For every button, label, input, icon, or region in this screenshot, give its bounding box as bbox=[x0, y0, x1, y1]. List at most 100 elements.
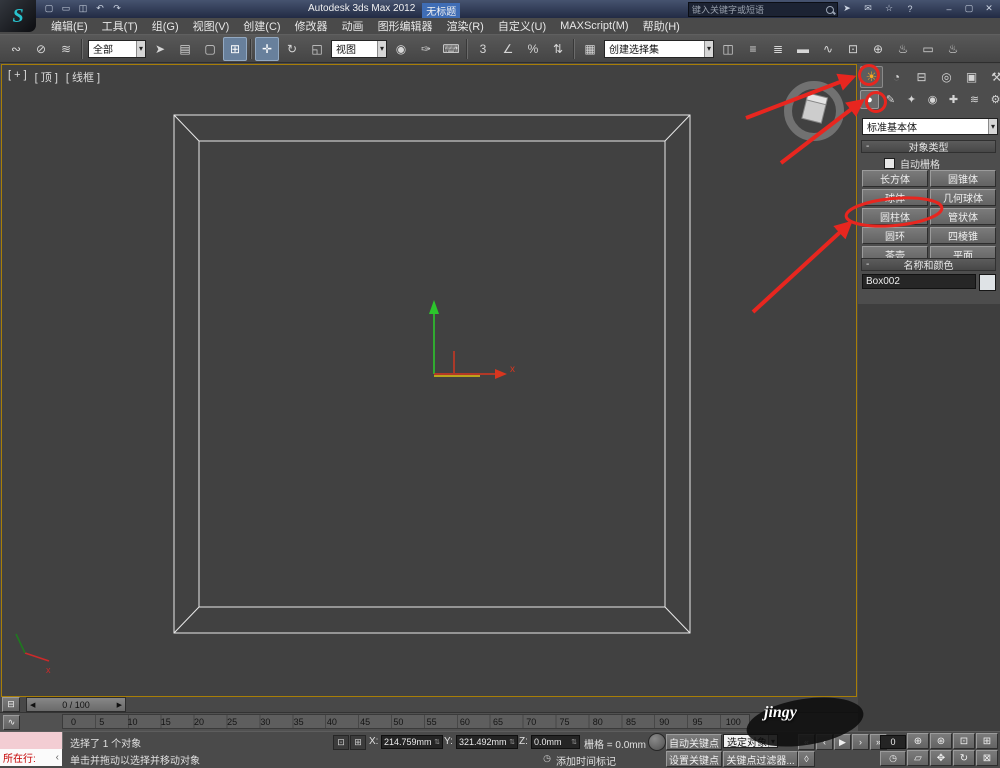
chevron-down-icon[interactable]: ▾ bbox=[135, 40, 145, 57]
reference-coordinate-dropdown[interactable]: 视图 ▾ bbox=[331, 39, 387, 58]
align-icon[interactable]: ≡ bbox=[741, 37, 765, 61]
absolute-offset-mode-icon[interactable]: ⊞ bbox=[350, 735, 366, 750]
edit-named-selections-icon[interactable]: ▦ bbox=[578, 37, 602, 61]
track-bar[interactable]: ∿ 0 5 10 15 20 25 30 35 40 45 50 55 60 65 70 75 80 85 90 95… bbox=[0, 713, 858, 731]
subtab-lights[interactable]: ✦ bbox=[902, 90, 921, 109]
trackbar-toggle-button[interactable]: ⊟ bbox=[2, 697, 20, 712]
maxscript-mini-listener-pink[interactable] bbox=[0, 732, 63, 749]
subtab-systems[interactable]: ⚙ bbox=[986, 90, 1000, 109]
viewport-menu-shading[interactable]: [ 线框 ] bbox=[66, 69, 100, 85]
zoom-icon[interactable]: ⊕ bbox=[907, 733, 929, 749]
slider-right-icon[interactable]: ▶ bbox=[117, 701, 122, 709]
search-go-icon[interactable]: ➤ bbox=[840, 2, 854, 15]
menu-item[interactable]: MAXScript(M) bbox=[553, 20, 635, 32]
orbit-icon[interactable]: ↻ bbox=[953, 750, 975, 766]
menu-item[interactable]: 渲染(R) bbox=[440, 18, 491, 34]
infocenter-search-input[interactable]: 键入关键字或短语 bbox=[688, 2, 838, 17]
menu-item[interactable]: 工具(T) bbox=[95, 18, 145, 34]
zoom-extents-icon[interactable]: ⊡ bbox=[953, 733, 975, 749]
app-logo-icon[interactable]: S bbox=[0, 0, 36, 32]
spinner-icon[interactable]: ⇅ bbox=[434, 738, 440, 746]
schematic-view-icon[interactable]: ⊡ bbox=[841, 37, 865, 61]
subtab-cameras[interactable]: ◉ bbox=[923, 90, 942, 109]
zoom-all-icon[interactable]: ⊛ bbox=[930, 733, 952, 749]
tab-display[interactable]: ▣ bbox=[960, 66, 983, 88]
z-coord-field[interactable]: 0.0mm ⇅ bbox=[531, 735, 580, 749]
rollout-collapse-icon[interactable]: - bbox=[866, 141, 869, 152]
time-configuration-button[interactable]: ◷ bbox=[880, 751, 906, 766]
primitive-category-dropdown[interactable]: 标准基本体 ▾ bbox=[862, 118, 998, 135]
zoom-region-icon[interactable]: ▱ bbox=[907, 750, 929, 766]
communication-center-icon[interactable]: ✉ bbox=[861, 2, 875, 15]
graphite-ribbon-icon[interactable]: ▬ bbox=[791, 37, 815, 61]
autogrid-checkbox[interactable] bbox=[884, 158, 895, 169]
bind-to-space-warp-icon[interactable]: ≋ bbox=[54, 37, 78, 61]
menu-item[interactable]: 帮助(H) bbox=[636, 18, 687, 34]
current-frame-field[interactable]: 0 bbox=[880, 735, 906, 749]
subtab-geometry[interactable]: ● bbox=[860, 90, 879, 109]
favorites-icon[interactable]: ☆ bbox=[882, 2, 896, 15]
tab-modify[interactable]: ◔ bbox=[885, 66, 908, 88]
menu-item[interactable]: 图形编辑器 bbox=[371, 18, 440, 34]
tab-create[interactable]: ☀ bbox=[860, 66, 883, 88]
rendered-frame-icon[interactable]: ▭ bbox=[916, 37, 940, 61]
select-and-manipulate-icon[interactable]: ✑ bbox=[414, 37, 438, 61]
unlink-selection-icon[interactable]: ⊘ bbox=[29, 37, 53, 61]
subtab-space-warps[interactable]: ≋ bbox=[965, 90, 984, 109]
set-key-mode-button[interactable] bbox=[648, 733, 666, 751]
next-frame-button[interactable]: › bbox=[852, 734, 869, 750]
menu-item[interactable]: 编辑(E) bbox=[44, 18, 95, 34]
render-production-icon[interactable]: ♨ bbox=[941, 37, 965, 61]
rollout-collapse-icon[interactable]: - bbox=[866, 259, 869, 270]
l-selection-lock-icon[interactable]: ⊡ bbox=[333, 735, 349, 750]
selection-filter-dropdown[interactable]: 全部 ▾ bbox=[88, 39, 146, 58]
open-file-icon[interactable]: ▭ bbox=[59, 2, 73, 15]
named-selection-set-dropdown[interactable]: 创建选择集 ▾ bbox=[604, 39, 714, 58]
keyboard-override-icon[interactable]: ⌨ bbox=[439, 37, 463, 61]
window-crossing-icon[interactable]: ⊞ bbox=[223, 36, 247, 61]
undo-icon[interactable]: ↶ bbox=[93, 2, 107, 15]
curve-editor-icon[interactable]: ∿ bbox=[816, 37, 840, 61]
y-coord-field[interactable]: 321.492mm ⇅ bbox=[456, 735, 518, 749]
key-mode-toggle-button[interactable]: ◊ bbox=[798, 751, 815, 767]
x-coord-field[interactable]: 214.759mm ⇅ bbox=[381, 735, 443, 749]
spinner-icon[interactable]: ⇅ bbox=[571, 738, 577, 746]
subtab-helpers[interactable]: ✚ bbox=[944, 90, 963, 109]
save-file-icon[interactable]: ◫ bbox=[76, 2, 90, 15]
rollout-object-type[interactable]: - 对象类型 bbox=[861, 140, 996, 154]
render-setup-icon[interactable]: ♨ bbox=[891, 37, 915, 61]
primitive-button[interactable]: 几何球体 bbox=[930, 189, 996, 206]
primitive-button[interactable]: 四棱锥 bbox=[930, 227, 996, 244]
mirror-icon[interactable]: ◫ bbox=[716, 37, 740, 61]
viewport-menu-general[interactable]: [ + ] bbox=[8, 69, 27, 85]
listener-scroll-icon[interactable]: ‹ bbox=[56, 752, 59, 763]
help-icon[interactable]: ? bbox=[903, 2, 917, 15]
key-filters-button[interactable]: 关键点过滤器... bbox=[723, 751, 798, 767]
select-object-icon[interactable]: ➤ bbox=[148, 37, 172, 61]
mini-curve-editor-button[interactable]: ∿ bbox=[3, 715, 20, 730]
chevron-down-icon[interactable]: ▾ bbox=[376, 40, 386, 57]
maximize-viewport-icon[interactable]: ⊠ bbox=[976, 750, 998, 766]
angle-snap-icon[interactable]: ∠ bbox=[496, 37, 520, 61]
primitive-button[interactable]: 长方体 bbox=[862, 170, 928, 187]
redo-icon[interactable]: ↷ bbox=[110, 2, 124, 15]
rectangular-selection-icon[interactable]: ▢ bbox=[198, 37, 222, 61]
menu-item[interactable]: 动画 bbox=[335, 18, 371, 34]
track-bar-ruler[interactable]: 0 5 10 15 20 25 30 35 40 45 50 55 60 65 70 75 80 85 90 95 10… bbox=[62, 714, 750, 729]
time-slider-handle[interactable]: ◀ 0 / 100 ▶ bbox=[26, 697, 126, 712]
auto-key-button[interactable]: 自动关键点 bbox=[666, 734, 722, 750]
tab-hierarchy[interactable]: ⊟ bbox=[910, 66, 933, 88]
primitive-button[interactable]: 圆环 bbox=[862, 227, 928, 244]
rollout-name-color[interactable]: - 名称和颜色 bbox=[861, 258, 996, 272]
restore-button[interactable]: ▢ bbox=[962, 2, 976, 15]
add-time-tag-icon[interactable]: ◷ bbox=[540, 752, 554, 765]
object-color-swatch[interactable] bbox=[979, 274, 996, 291]
set-key-button[interactable]: 设置关键点 bbox=[666, 751, 722, 767]
menu-item[interactable]: 组(G) bbox=[145, 18, 186, 34]
primitive-button[interactable]: 圆锥体 bbox=[930, 170, 996, 187]
maxscript-mini-listener-white[interactable]: 所在行: ‹ bbox=[0, 749, 62, 766]
menu-item[interactable]: 视图(V) bbox=[186, 18, 237, 34]
spinner-icon[interactable]: ⇅ bbox=[509, 738, 515, 746]
zoom-extents-all-icon[interactable]: ⊞ bbox=[976, 733, 998, 749]
tab-motion[interactable]: ◎ bbox=[935, 66, 958, 88]
